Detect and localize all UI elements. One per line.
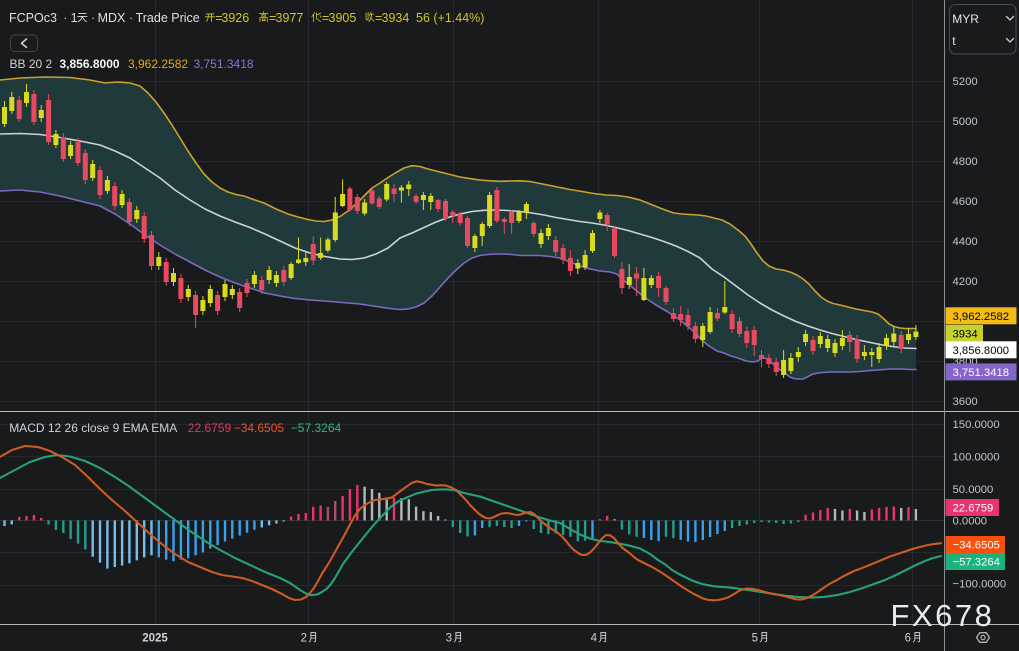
svg-text:1: 1: [71, 11, 78, 25]
svg-text:−100.0000: −100.0000: [953, 579, 1007, 591]
svg-text:−34.6505: −34.6505: [234, 421, 285, 435]
svg-text:4400: 4400: [953, 236, 978, 248]
svg-text:2: 2: [301, 633, 307, 645]
svg-text:6: 6: [905, 633, 911, 645]
svg-text:3,962.2582: 3,962.2582: [953, 311, 1010, 323]
svg-text:MDX: MDX: [98, 11, 126, 25]
svg-text:−57.3264: −57.3264: [953, 557, 1000, 569]
svg-text:3,962.2582: 3,962.2582: [128, 57, 188, 71]
svg-text:4600: 4600: [953, 196, 978, 208]
svg-text:4: 4: [591, 633, 598, 645]
svg-text:·: ·: [129, 11, 133, 25]
svg-text:FCPOc3: FCPOc3: [9, 11, 57, 25]
svg-text:FX678: FX678: [891, 598, 995, 633]
svg-text:22.6759: 22.6759: [188, 421, 232, 435]
svg-text:5000: 5000: [953, 116, 978, 128]
svg-text:3977: 3977: [276, 11, 304, 25]
svg-text:0.0000: 0.0000: [953, 516, 988, 528]
svg-text:3905: 3905: [329, 11, 357, 25]
svg-text:3,751.3418: 3,751.3418: [953, 367, 1010, 379]
svg-text:·: ·: [91, 11, 95, 25]
svg-text:5: 5: [752, 633, 758, 645]
svg-text:3934: 3934: [382, 11, 410, 25]
svg-text:50.0000: 50.0000: [953, 484, 994, 496]
svg-text:3600: 3600: [953, 396, 978, 408]
svg-text:BB 20 2: BB 20 2: [10, 57, 53, 71]
svg-text:3,856.8000: 3,856.8000: [953, 345, 1010, 357]
svg-text:22.6759: 22.6759: [953, 503, 994, 515]
svg-text:Trade Price: Trade Price: [136, 11, 200, 25]
svg-text:MYR: MYR: [952, 12, 979, 26]
svg-text:·: ·: [63, 11, 67, 25]
svg-text:56 (+1.44%): 56 (+1.44%): [416, 11, 484, 25]
svg-text:−34.6505: −34.6505: [953, 540, 1000, 552]
svg-text:150.0000: 150.0000: [953, 419, 1000, 431]
svg-text:3,856.8000: 3,856.8000: [60, 57, 120, 71]
svg-text:3934: 3934: [953, 328, 978, 340]
svg-text:MACD 12 26 close 9 EMA EMA: MACD 12 26 close 9 EMA EMA: [9, 421, 177, 435]
svg-text:5200: 5200: [953, 76, 978, 88]
svg-text:4800: 4800: [953, 156, 978, 168]
svg-text:2025: 2025: [142, 633, 168, 645]
svg-text:−57.3264: −57.3264: [291, 421, 342, 435]
svg-text:3: 3: [446, 633, 452, 645]
svg-text:3,751.3418: 3,751.3418: [194, 57, 254, 71]
svg-text:100.0000: 100.0000: [953, 452, 1000, 464]
svg-text:4200: 4200: [953, 276, 978, 288]
svg-text:3926: 3926: [221, 11, 249, 25]
